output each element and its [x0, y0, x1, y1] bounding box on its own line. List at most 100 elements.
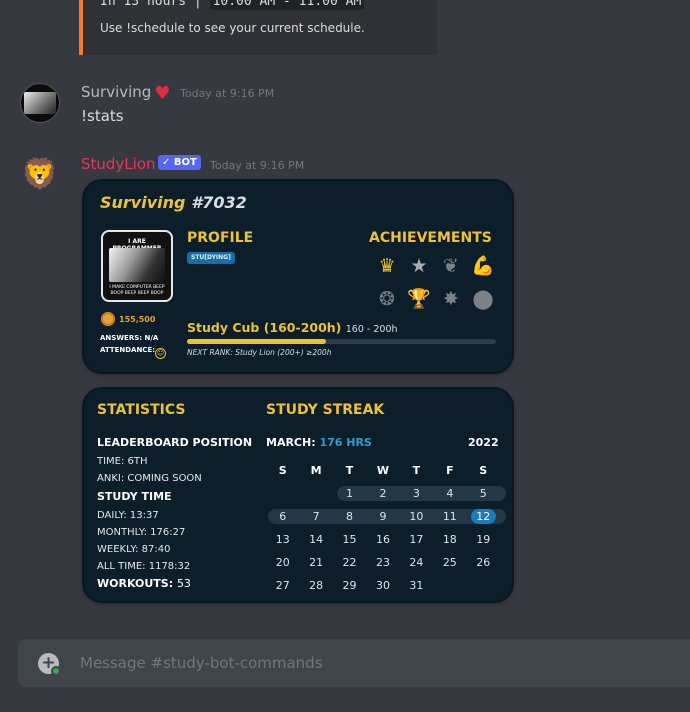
calendar-day: 7 — [312, 510, 320, 523]
smiley-icon: ☺ — [155, 348, 167, 359]
all-time: ALL TIME: 1178:32 — [97, 561, 191, 572]
username-studylion[interactable]: StudyLion — [81, 155, 156, 173]
message-text: !stats — [81, 107, 124, 125]
calendar-day: 14 — [309, 533, 324, 546]
message-input[interactable]: Message #study-bot-commands — [80, 654, 323, 672]
calendar-day: 17 — [409, 533, 424, 546]
answers-label: ANSWERS: N/A — [100, 334, 159, 342]
achievements-grid: ♛ ★ ❦ 💪 ❂ 🏆 ✸ ⬤ — [371, 254, 499, 312]
avatar-image — [24, 92, 56, 114]
achievements-heading: ACHIEVEMENTS — [369, 230, 492, 246]
calendar-day: 21 — [309, 556, 324, 569]
workouts: WORKOUTS: 53 — [97, 577, 191, 590]
calendar-week: 27 28 29 30 31 — [266, 574, 500, 597]
calendar-day: 22 — [342, 556, 357, 569]
time-rank: TIME: 6TH — [97, 456, 148, 467]
weekday-label: T — [412, 464, 421, 477]
calendar-day: 18 — [442, 533, 457, 546]
calendar-day: 13 — [275, 533, 290, 546]
schedule-hint: Use !schedule to see your current schedu… — [100, 21, 365, 35]
bot-timestamp: Today at 9:16 PM — [210, 159, 305, 172]
schedule-embed: In 13 hours | 10:00 AM - 11:00 AM Use !s… — [79, 0, 437, 55]
calendar-day: 15 — [342, 533, 357, 546]
calendar-day: 1 — [346, 487, 354, 500]
calendar-empty — [266, 482, 299, 505]
calendar-day: 26 — [476, 556, 491, 569]
month-label: MARCH: 176 HRS — [266, 436, 372, 449]
calendar-week: 13 14 15 16 17 18 19 — [266, 528, 500, 551]
rank-progress-fill — [187, 339, 327, 344]
coin-value: 155,500 — [119, 314, 156, 324]
statistics-heading: STATISTICS — [97, 402, 186, 418]
next-rank: NEXT RANK: Study Lion (200+) ≥200h — [187, 348, 332, 357]
calendar-day: 9 — [379, 510, 387, 523]
status-dot — [51, 666, 61, 676]
trophy-icon: 🏆 — [407, 288, 431, 310]
calendar-week: 20 21 22 23 24 25 26 — [266, 551, 500, 574]
calendar-day: 24 — [409, 556, 424, 569]
weekday-label: S — [278, 464, 287, 477]
schedule-time: In 13 hours | 10:00 AM - 11:00 AM — [100, 0, 365, 10]
weekday-label: T — [345, 464, 354, 477]
calendar-week: 6 7 8 9 10 11 12 — [266, 505, 507, 528]
coin-icon — [101, 312, 115, 326]
calendar-empty — [299, 482, 332, 505]
calendar-day: 28 — [309, 579, 324, 592]
message-composer[interactable]: + Message #study-bot-commands — [18, 639, 690, 687]
calendar-day: 19 — [476, 533, 491, 546]
calendar-day: 12 — [467, 505, 500, 528]
message-timestamp: Today at 9:16 PM — [180, 87, 275, 100]
pfp-bottom-text: I MAKE COMPUTER BEEP BOOP BEEP BEEP BOOP — [109, 285, 165, 296]
calendar-day: 10 — [409, 510, 424, 523]
calendar-day: 31 — [409, 579, 424, 592]
weekday-label: W — [376, 464, 390, 477]
laurel-medal-icon: ❦ — [443, 255, 459, 277]
weekday-label: F — [446, 464, 454, 477]
calendar-day: 27 — [275, 579, 290, 592]
weekly-time: WEEKLY: 87:40 — [97, 544, 171, 555]
calendar-day: 25 — [442, 556, 457, 569]
bot-badge: ✓ BOT — [158, 155, 201, 170]
calendar-day: 2 — [379, 487, 387, 500]
calendar-day: 23 — [375, 556, 390, 569]
user-avatar[interactable] — [20, 83, 60, 123]
streak-heading: STUDY STREAK — [266, 402, 385, 418]
star-podium-icon: ★ — [410, 255, 428, 277]
calendar-day: 3 — [412, 487, 420, 500]
daily-time: DAILY: 13:37 — [97, 510, 159, 521]
profile-name: Surviving #7032 — [100, 193, 247, 212]
calendar-day: 5 — [479, 487, 487, 500]
calendar-day: 11 — [442, 510, 457, 523]
calendar-week: 1 2 3 4 5 — [266, 482, 507, 505]
year-label: 2022 — [468, 436, 499, 449]
monthly-time: MONTHLY: 176:27 — [97, 527, 186, 538]
leaderboard-heading: LEADERBOARD POSITION — [97, 436, 253, 449]
role-badge: STU[DYING] — [187, 252, 235, 264]
rank-progress-bar — [187, 339, 496, 344]
calendar-day: 30 — [375, 579, 390, 592]
time-prefix: In 13 hours — [100, 0, 187, 9]
calendar-day: 6 — [279, 510, 287, 523]
medal-icon: ⬤ — [472, 288, 494, 310]
winged-badge-icon: ❂ — [379, 288, 395, 310]
heart-icon: ♥ — [154, 83, 171, 104]
calendar-day: 8 — [346, 510, 354, 523]
crown-icon: ♛ — [378, 255, 396, 277]
calendar-weekdays: SMTWTFS — [266, 459, 500, 482]
star-burst-icon: ✸ — [443, 288, 459, 310]
pfp-image — [109, 248, 165, 282]
study-time-heading: STUDY TIME — [97, 490, 172, 503]
flexed-arm-icon: 💪 — [471, 255, 495, 277]
today-marker: 12 — [470, 509, 496, 524]
profile-card[interactable]: Surviving #7032 I ARE PROGRAMMER I MAKE … — [84, 181, 512, 372]
calendar-day: 20 — [275, 556, 290, 569]
coin-balance: 155,500 — [101, 312, 155, 326]
lion-icon[interactable]: 🦁 — [20, 154, 60, 194]
stats-card[interactable]: STATISTICS STUDY STREAK LEADERBOARD POSI… — [84, 389, 512, 601]
weekday-label: M — [310, 464, 322, 477]
time-range: 10:00 AM - 11:00 AM — [209, 0, 365, 10]
calendar-day: 16 — [375, 533, 390, 546]
calendar-empty — [467, 574, 500, 597]
profile-picture: I ARE PROGRAMMER I MAKE COMPUTER BEEP BO… — [101, 230, 173, 302]
username-surviving[interactable]: Surviving ♥ — [81, 83, 170, 104]
